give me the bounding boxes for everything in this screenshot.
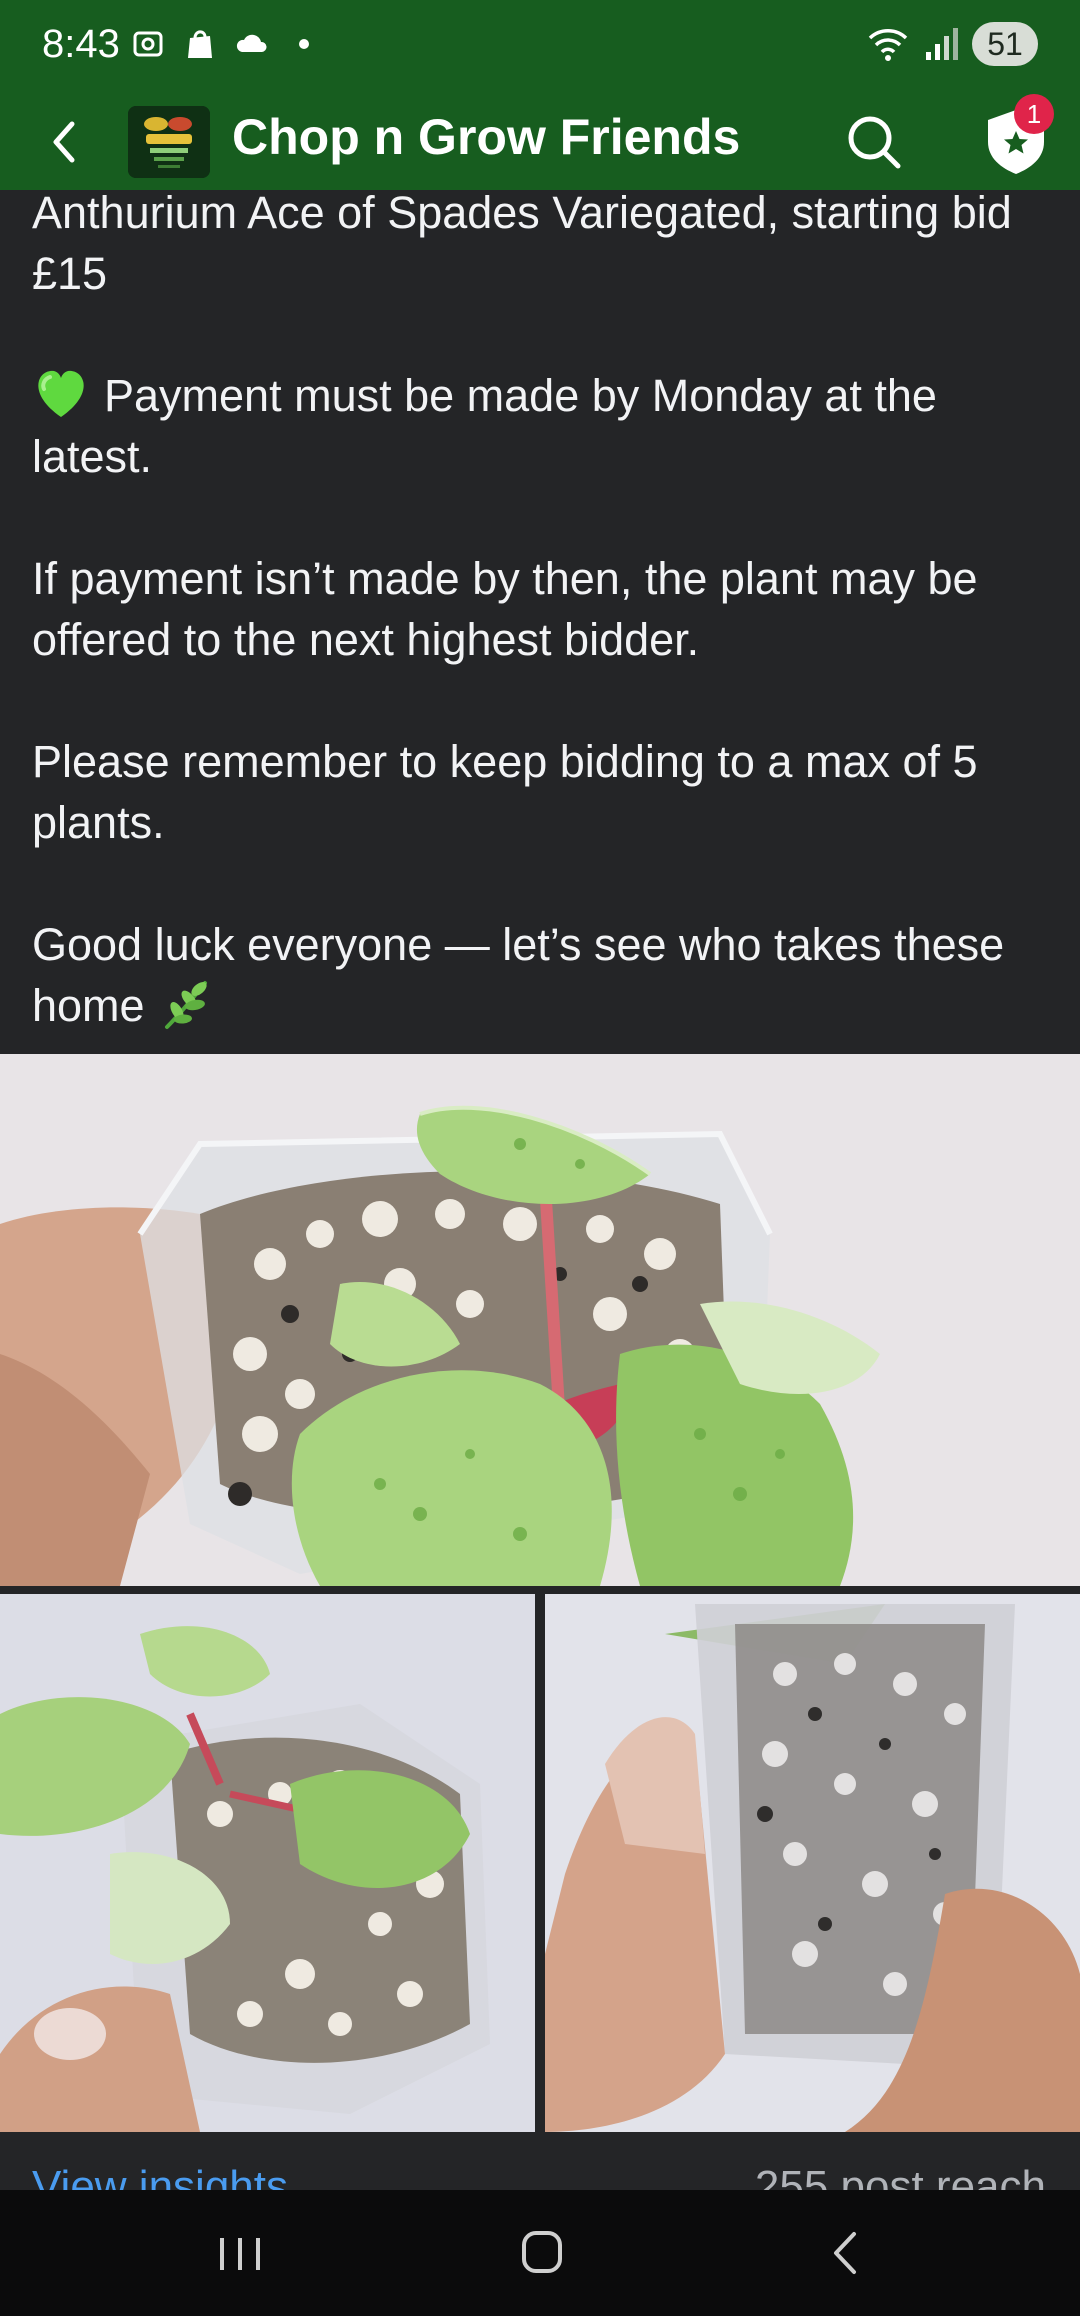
status-system-icons: 51: [866, 22, 1038, 66]
back-arrow-icon[interactable]: [36, 112, 96, 172]
group-title[interactable]: Chop n Grow Friends: [232, 108, 740, 166]
dot-icon: [299, 39, 309, 49]
home-icon[interactable]: [502, 2220, 582, 2286]
post-reach-count: 255 post reach: [754, 2162, 1046, 2190]
post-insights-row: View insights 255 post reach: [0, 2136, 1080, 2190]
post-photo-main[interactable]: [0, 1054, 1080, 1586]
post-paragraph: Anthurium Ace of Spades Variegated, star…: [32, 187, 1012, 299]
status-bar: 8:43 51: [0, 0, 1080, 94]
post-photo-right[interactable]: [545, 1594, 1080, 2132]
group-header: Chop n Grow Friends: [0, 94, 1080, 190]
back-icon[interactable]: [806, 2220, 886, 2286]
screenshot-icon: [133, 31, 163, 57]
wifi-icon: [868, 29, 908, 61]
shopify-icon: [188, 30, 212, 58]
plant-photo-bottom-left: [0, 1594, 535, 2132]
search-icon[interactable]: [838, 106, 910, 178]
green-heart-icon: [38, 370, 84, 417]
signal-icon: [926, 28, 958, 60]
post-paragraph: Please remember to keep bidding to a max…: [32, 736, 978, 848]
group-logo-image: [128, 106, 210, 178]
group-logo[interactable]: [128, 106, 210, 178]
battery-indicator: 51: [972, 22, 1038, 66]
status-time: 8:43: [42, 22, 120, 66]
plant-photo-bottom-right: [545, 1594, 1080, 2132]
plant-photo-top: [0, 1054, 1080, 1586]
herb-icon: [165, 981, 208, 1029]
post-paragraph: If payment isn’t made by then, the plant…: [32, 553, 978, 665]
post-paragraph-text: Payment must be made by Monday at the la…: [32, 370, 937, 482]
screen: 8:43 51 Chop n Grow Friends 1 Anthurium …: [0, 0, 1080, 2316]
post-paragraph: Payment must be made by Monday at the la…: [32, 365, 1062, 487]
post-body: Anthurium Ace of Spades Variegated, star…: [32, 182, 1062, 1036]
system-nav-bar: [0, 2190, 1080, 2316]
view-insights-link[interactable]: View insights: [32, 2162, 288, 2190]
cloud-icon: [236, 34, 267, 52]
notification-badge: 1: [1014, 94, 1054, 134]
recent-apps-icon[interactable]: [200, 2220, 280, 2286]
post-paragraph: Good luck everyone — let’s see who takes…: [32, 914, 1062, 1036]
status-notification-icons: [130, 26, 322, 62]
post-photo-left[interactable]: [0, 1594, 535, 2132]
